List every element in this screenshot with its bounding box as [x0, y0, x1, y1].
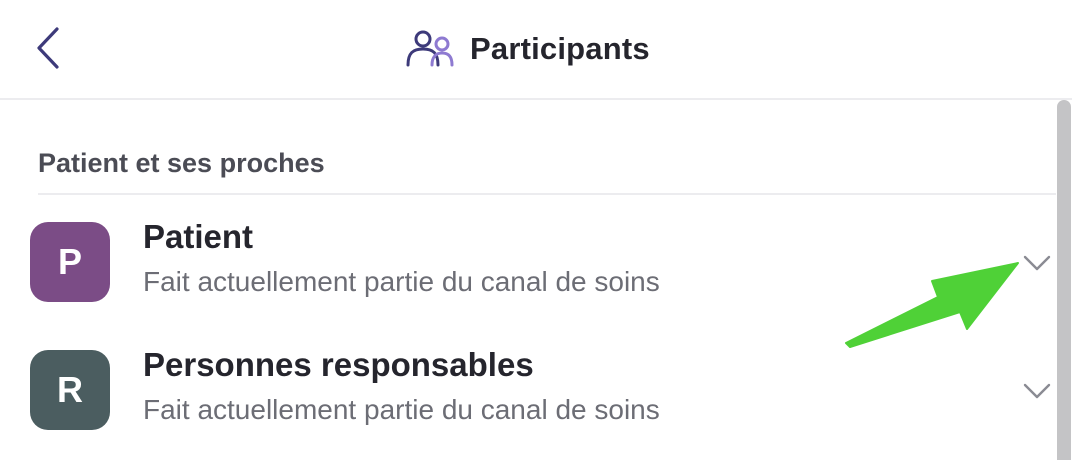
avatar-initial: P	[57, 241, 82, 282]
participant-row-patient[interactable]: P Patient Fait actuellement partie du ca…	[0, 210, 1056, 320]
avatar: R	[30, 350, 110, 430]
participant-row-responsables[interactable]: R Personnes responsables Fait actuelleme…	[0, 338, 1056, 448]
participant-title: Patient	[143, 218, 254, 255]
participants-screen: Participants Patient et ses proches P Pa…	[0, 0, 1072, 460]
participant-title: Personnes responsables	[143, 346, 534, 383]
participant-status: Fait actuellement partie du canal de soi…	[143, 266, 660, 297]
chevron-left-icon	[37, 27, 59, 69]
scrollbar-thumb[interactable]	[1057, 100, 1071, 460]
page-title-group: Participants	[404, 26, 650, 72]
avatar-initial: R	[57, 369, 83, 410]
page-title: Participants	[470, 31, 650, 66]
section-title: Patient et ses proches	[38, 148, 325, 178]
section-divider	[38, 193, 1060, 195]
chevron-down-icon	[1023, 383, 1051, 399]
expand-button[interactable]	[1018, 248, 1056, 278]
avatar: P	[30, 222, 110, 302]
chevron-down-icon	[1023, 255, 1051, 271]
back-button[interactable]	[26, 22, 70, 74]
participant-status: Fait actuellement partie du canal de soi…	[143, 394, 660, 425]
header-bar: Participants	[0, 0, 1072, 100]
scrollbar[interactable]	[1056, 100, 1072, 460]
participants-icon	[406, 30, 454, 67]
expand-button[interactable]	[1018, 376, 1056, 406]
